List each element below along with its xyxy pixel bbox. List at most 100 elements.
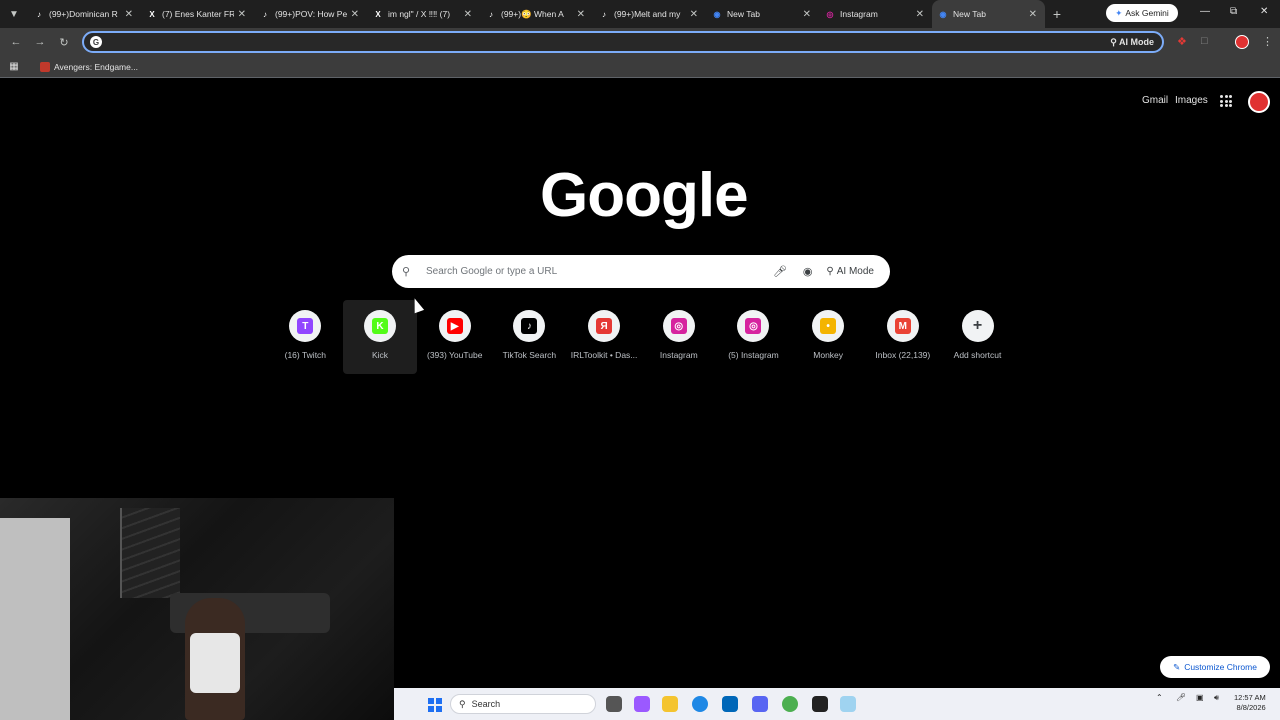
task-view-icon[interactable] bbox=[606, 696, 622, 712]
minimize-button[interactable]: — bbox=[1200, 6, 1210, 17]
omnibox-ai-mode-button[interactable]: ⚲ AI Mode bbox=[1110, 37, 1154, 48]
close-tab-icon[interactable]: ✕ bbox=[803, 9, 811, 20]
taskbar-search-icon: ⚲ bbox=[459, 698, 466, 709]
back-button[interactable]: ← bbox=[4, 36, 28, 48]
close-tab-icon[interactable]: ✕ bbox=[1029, 9, 1037, 20]
close-tab-icon[interactable]: ✕ bbox=[464, 9, 472, 20]
google-apps-icon[interactable] bbox=[1220, 95, 1232, 107]
close-tab-icon[interactable]: ✕ bbox=[577, 9, 585, 20]
close-window-button[interactable]: ✕ bbox=[1260, 6, 1268, 17]
discord-icon[interactable] bbox=[752, 696, 768, 712]
close-tab-icon[interactable]: ✕ bbox=[238, 9, 246, 20]
shortcut-tile[interactable]: + Add shortcut bbox=[940, 300, 1015, 374]
microphone-icon[interactable]: 🎤︎ bbox=[773, 265, 787, 278]
shortcut-tile[interactable]: ▶ (393) YouTube bbox=[417, 300, 492, 374]
chrome-taskbar-icon[interactable] bbox=[782, 696, 798, 712]
account-avatar[interactable] bbox=[1248, 91, 1270, 113]
customize-chrome-label: Customize Chrome bbox=[1184, 662, 1257, 672]
tab[interactable]: ♪ (99+)😳 When A ✕ bbox=[480, 0, 593, 28]
shortcuts-row: T (16) Twitch K Kick ▶ (393) YouTube ♪ TikTok S… bbox=[268, 300, 1015, 374]
bookmark-item[interactable]: Avengers: Endgame... bbox=[40, 61, 138, 72]
search-input[interactable] bbox=[426, 266, 765, 277]
close-tab-icon[interactable]: ✕ bbox=[690, 9, 698, 20]
shortcut-glyph: Я bbox=[596, 318, 613, 334]
copilot-icon[interactable] bbox=[634, 696, 650, 712]
tab-title: (99+)😳 When A bbox=[501, 8, 564, 19]
lens-icon[interactable]: ◉ bbox=[803, 265, 813, 278]
tray-network-icon[interactable]: ▣ bbox=[1196, 693, 1204, 702]
shortcut-icon: Я bbox=[588, 310, 621, 342]
search-box[interactable]: ⚲ 🎤︎ ◉ ⚲ AI Mode bbox=[392, 255, 890, 288]
shortcut-tile[interactable]: ◎ (5) Instagram bbox=[716, 300, 791, 374]
tiktok-icon: ♪ bbox=[263, 9, 267, 19]
bookmark-label: Avengers: Endgame... bbox=[54, 61, 138, 72]
apps-grid-icon[interactable]: ▦ bbox=[0, 61, 28, 72]
ai-mode-button[interactable]: ⚲ AI Mode bbox=[820, 262, 880, 281]
shortcut-tile[interactable]: Я IRLToolkit • Das... bbox=[567, 300, 642, 374]
edge-icon[interactable] bbox=[692, 696, 708, 712]
tab[interactable]: ♪ (99+)Dominican R ✕ bbox=[28, 0, 141, 28]
tab[interactable]: ◉ New Tab ✕ bbox=[932, 0, 1045, 28]
tab[interactable]: ◉ New Tab ✕ bbox=[706, 0, 819, 28]
new-tab-button[interactable]: + bbox=[1045, 6, 1069, 22]
bookmark-favicon bbox=[40, 61, 50, 72]
shortcut-label: (393) YouTube bbox=[426, 350, 483, 360]
file-explorer-icon[interactable] bbox=[662, 696, 678, 712]
taskbar: ⚲ Search ⌃ 🎤︎ ▣ 🔊︎ 12:57 AM 8/8/2026 bbox=[394, 688, 1280, 720]
tab-title: (7) Enes Kanter FR bbox=[162, 9, 234, 19]
shortcut-tile[interactable]: ♪ TikTok Search bbox=[492, 300, 567, 374]
windows-start-icon[interactable] bbox=[428, 698, 442, 712]
tab[interactable]: ◎ Instagram ✕ bbox=[819, 0, 932, 28]
customize-chrome-button[interactable]: ✎ Customize Chrome bbox=[1160, 656, 1270, 678]
shortcut-tile[interactable]: ◎ Instagram bbox=[641, 300, 716, 374]
forward-button[interactable]: → bbox=[28, 36, 52, 48]
shortcut-icon: M bbox=[886, 310, 919, 342]
reload-button[interactable]: ↻ bbox=[52, 36, 76, 49]
restore-button[interactable]: ⧉ bbox=[1230, 6, 1237, 17]
store-icon[interactable] bbox=[722, 696, 738, 712]
images-link[interactable]: Images bbox=[1175, 95, 1208, 106]
profile-avatar[interactable] bbox=[1235, 35, 1249, 49]
webcam-pillar bbox=[0, 518, 70, 720]
taskbar-search[interactable]: ⚲ Search bbox=[450, 694, 596, 714]
clock-time: 12:57 AM bbox=[1234, 693, 1266, 702]
shortcut-tile[interactable]: • Monkey bbox=[791, 300, 866, 374]
tab[interactable]: ♪ (99+)Melt and my ✕ bbox=[593, 0, 706, 28]
tab-title: (99+)Dominican R bbox=[49, 9, 118, 19]
ask-gemini-button[interactable]: ✦ Ask Gemini bbox=[1106, 4, 1178, 22]
taskbar-clock[interactable]: 12:57 AM 8/8/2026 bbox=[1234, 693, 1266, 713]
app-icon[interactable] bbox=[812, 696, 828, 712]
webcam-overlay bbox=[0, 498, 394, 720]
address-bar[interactable]: G ⚲ AI Mode bbox=[82, 31, 1164, 53]
shortcut-icon: • bbox=[812, 310, 845, 342]
close-tab-icon[interactable]: ✕ bbox=[916, 9, 924, 20]
gmail-link[interactable]: Gmail bbox=[1142, 95, 1168, 106]
extension-icon[interactable]: ❖ bbox=[1177, 35, 1187, 48]
tray-volume-icon[interactable]: 🔊︎ bbox=[1214, 693, 1219, 703]
shortcut-icon: ◎ bbox=[662, 310, 695, 342]
close-tab-icon[interactable]: ✕ bbox=[125, 9, 133, 20]
shortcut-tile[interactable]: T (16) Twitch bbox=[268, 300, 343, 374]
close-tab-icon[interactable]: ✕ bbox=[351, 9, 359, 20]
tab[interactable]: Xim ngl" / X ‼‼ (7) ✕ bbox=[367, 0, 480, 28]
tab[interactable]: ♪ (99+)POV: How Pe ✕ bbox=[254, 0, 367, 28]
shortcut-glyph: ▶ bbox=[446, 318, 463, 334]
ai-mode-icon: ⚲ bbox=[826, 266, 834, 277]
tab[interactable]: X (7) Enes Kanter FR ✕ bbox=[141, 0, 254, 28]
tray-chevron-icon[interactable]: ⌃ bbox=[1156, 693, 1163, 702]
shortcut-tile[interactable]: K Kick bbox=[342, 300, 418, 374]
shortcut-tile[interactable]: M Inbox (22,139) bbox=[866, 300, 941, 374]
tab-list: ♪ (99+)Dominican R ✕ X (7) Enes Kanter FR ✕ ♪ (… bbox=[28, 0, 1045, 28]
shortcut-label: IRLToolkit • Das... bbox=[570, 350, 638, 360]
tray-mic-icon[interactable]: 🎤︎ bbox=[1176, 693, 1186, 702]
x-icon: X bbox=[375, 9, 381, 19]
bookmarks-bar: ▦ Avengers: Endgame... bbox=[0, 56, 1280, 78]
shortcut-glyph: ♪ bbox=[521, 318, 538, 334]
shortcut-icon: T bbox=[289, 310, 322, 342]
app-icon-2[interactable] bbox=[840, 696, 856, 712]
address-input[interactable] bbox=[108, 36, 1111, 48]
side-panel-icon[interactable]: □ bbox=[1201, 35, 1208, 47]
more-menu-icon[interactable]: ⋮ bbox=[1262, 35, 1273, 48]
tab-title: New Tab bbox=[953, 9, 986, 19]
tab-search-button[interactable]: ▼ bbox=[0, 0, 28, 28]
